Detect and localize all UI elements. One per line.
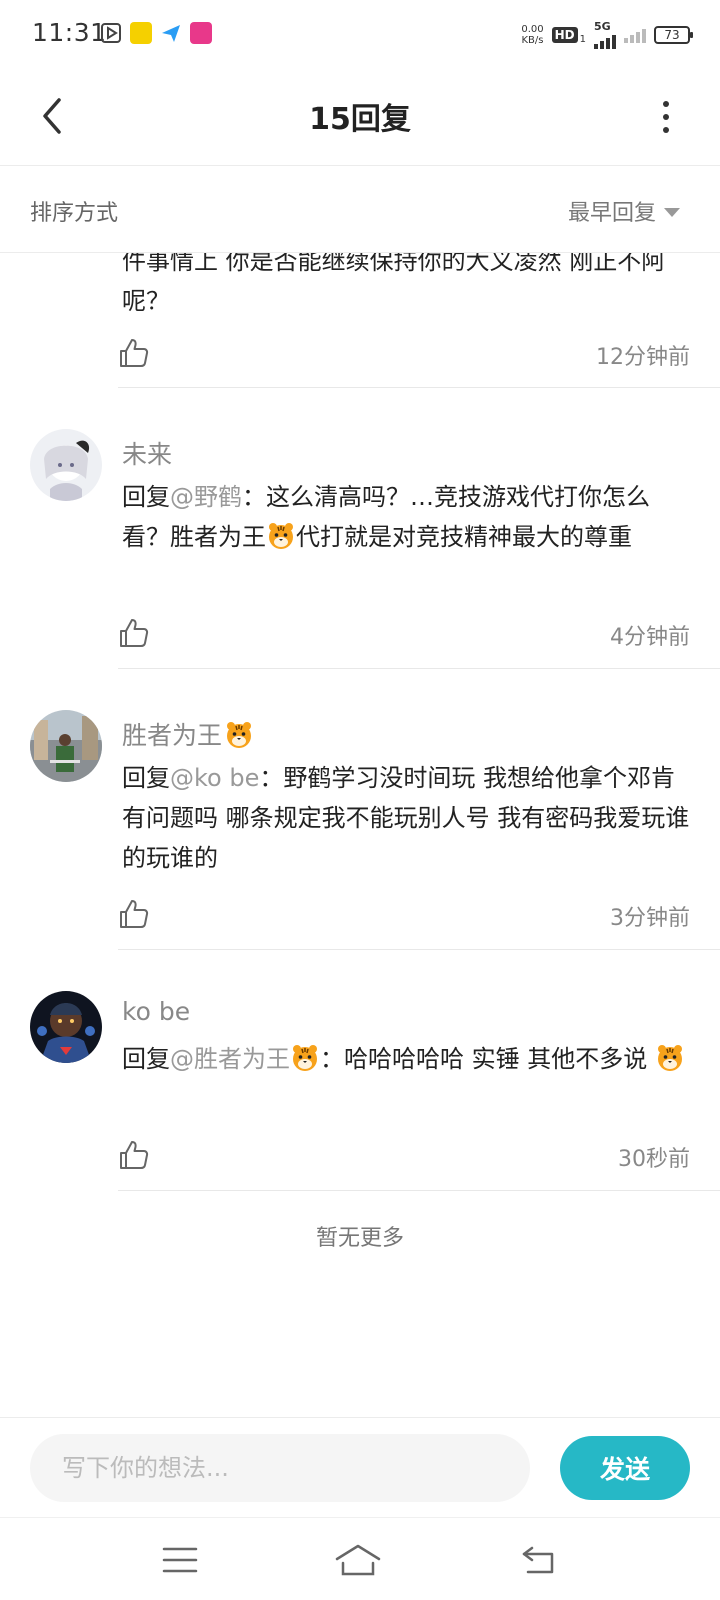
thumbs-up-icon[interactable] xyxy=(118,617,150,649)
reply-prefix: 回复 xyxy=(122,764,170,792)
recent-apps-button[interactable] xyxy=(156,1536,204,1584)
comment-meta: 30秒前 xyxy=(118,1135,690,1175)
comment-body-continued: 代打就是对竞技精神最大的尊重 xyxy=(296,523,632,551)
comment-input[interactable] xyxy=(30,1434,530,1502)
comment-text: 回复@胜者为王 ：哈哈哈哈哈 实锤 其他不多说 xyxy=(122,1039,692,1079)
status-time: 11:31 xyxy=(32,18,107,47)
net-speed: 0.00 KB/s xyxy=(521,24,543,46)
author-name: 胜者为王 xyxy=(122,721,223,750)
tiger-emoji-icon xyxy=(657,1045,682,1071)
reply-list[interactable]: 件事情上 你是否能继续保持你的大义凌然 刚正不阿呢？ 12分钟前 未来 回复@野… xyxy=(0,253,720,1417)
comment-text: 回复@野鹤：这么清高吗？…竞技游戏代打你怎么看？胜者为王 代打就是对竞技精神最大的… xyxy=(122,477,692,557)
comment-meta: 3分钟前 xyxy=(118,894,690,934)
signal-5g: 5G xyxy=(594,20,616,49)
thumbs-up-icon[interactable] xyxy=(118,1139,150,1171)
tiger-emoji-icon xyxy=(293,1045,317,1071)
more-dot xyxy=(663,127,669,133)
comment-meta: 12分钟前 xyxy=(118,333,690,373)
comment-meta: 4分钟前 xyxy=(118,613,690,653)
tiger-emoji-icon xyxy=(227,722,252,748)
app-notification-icon-2 xyxy=(130,22,152,44)
mention-link[interactable]: @野鹤 xyxy=(170,483,242,511)
sort-bar: 排序方式 最早回复 xyxy=(0,167,720,253)
mention-link[interactable]: @ko be xyxy=(170,764,259,792)
avatar[interactable] xyxy=(30,991,102,1063)
hd-sub: 1 xyxy=(579,34,586,45)
thumbs-up-icon[interactable] xyxy=(118,337,150,369)
divider xyxy=(118,1190,720,1191)
page-title: 15回复 xyxy=(309,102,411,137)
mention-link[interactable]: @胜者为王 xyxy=(170,1045,320,1073)
status-right-group: 0.00 KB/s HD 1 5G 73 xyxy=(521,20,693,49)
tiger-emoji-icon xyxy=(269,523,293,549)
signal-bars-weak-icon xyxy=(624,27,646,43)
avatar[interactable] xyxy=(30,710,102,782)
menu-icon xyxy=(162,1547,198,1573)
system-nav-bar xyxy=(0,1517,720,1600)
network-type: 5G xyxy=(594,20,611,33)
battery-icon: 73 xyxy=(654,25,693,44)
no-more-label: 暂无更多 xyxy=(315,1226,404,1251)
caret-down-icon xyxy=(664,207,680,217)
reply-prefix: 回复 xyxy=(122,483,170,511)
hd-badge: HD xyxy=(551,26,578,43)
app-notification-icon-3 xyxy=(160,22,182,44)
app-notification-icon-4 xyxy=(190,22,212,44)
partial-comment-text: 件事情上 你是否能继续保持你的大义凌然 刚正不阿呢？ xyxy=(122,253,666,315)
back-nav-icon xyxy=(522,1546,554,1574)
comment-time: 4分钟前 xyxy=(610,625,690,650)
comment-body: ：哈哈哈哈哈 实锤 其他不多说 xyxy=(320,1045,655,1073)
comment-text: 回复@ko be：野鹤学习没时间玩 我想给他拿个邓肯 有问题吗 哪条规定我不能玩… xyxy=(122,758,692,878)
send-button[interactable]: 发送 xyxy=(560,1436,690,1500)
net-speed-unit: KB/s xyxy=(521,34,544,46)
sort-label: 排序方式 xyxy=(30,201,119,226)
comment-time: 30秒前 xyxy=(618,1147,690,1172)
back-nav-button[interactable] xyxy=(516,1536,564,1584)
reply-prefix: 回复 xyxy=(122,1045,170,1073)
comment-author[interactable]: ko be xyxy=(122,997,190,1026)
divider xyxy=(118,949,720,950)
comment-time: 3分钟前 xyxy=(610,906,690,931)
more-dots-icon xyxy=(663,101,669,107)
comment-time: 12分钟前 xyxy=(596,345,690,370)
comment-author[interactable]: 胜者为王 xyxy=(122,716,254,752)
thumbs-up-icon[interactable] xyxy=(118,898,150,930)
avatar[interactable] xyxy=(30,429,102,501)
sort-dropdown[interactable]: 最早回复 xyxy=(568,195,680,227)
more-options-button[interactable] xyxy=(648,92,684,142)
net-speed-value: 0.00 xyxy=(521,23,544,35)
comment-author[interactable]: 未来 xyxy=(122,435,172,471)
reply-composer: 发送 xyxy=(0,1417,720,1517)
signal-bars-icon xyxy=(594,33,616,49)
home-icon xyxy=(335,1544,381,1576)
divider xyxy=(118,387,720,388)
app-notification-icon-1 xyxy=(100,22,122,44)
status-bar: 11:31 0.00 KB/s HD 1 5G 73 xyxy=(0,0,720,66)
sort-selected-value: 最早回复 xyxy=(567,201,656,226)
divider xyxy=(118,668,720,669)
more-dot xyxy=(663,114,669,120)
home-button[interactable] xyxy=(334,1536,382,1584)
mention-text: @胜者为王 xyxy=(170,1045,290,1073)
top-app-bar: 15回复 xyxy=(0,66,720,166)
